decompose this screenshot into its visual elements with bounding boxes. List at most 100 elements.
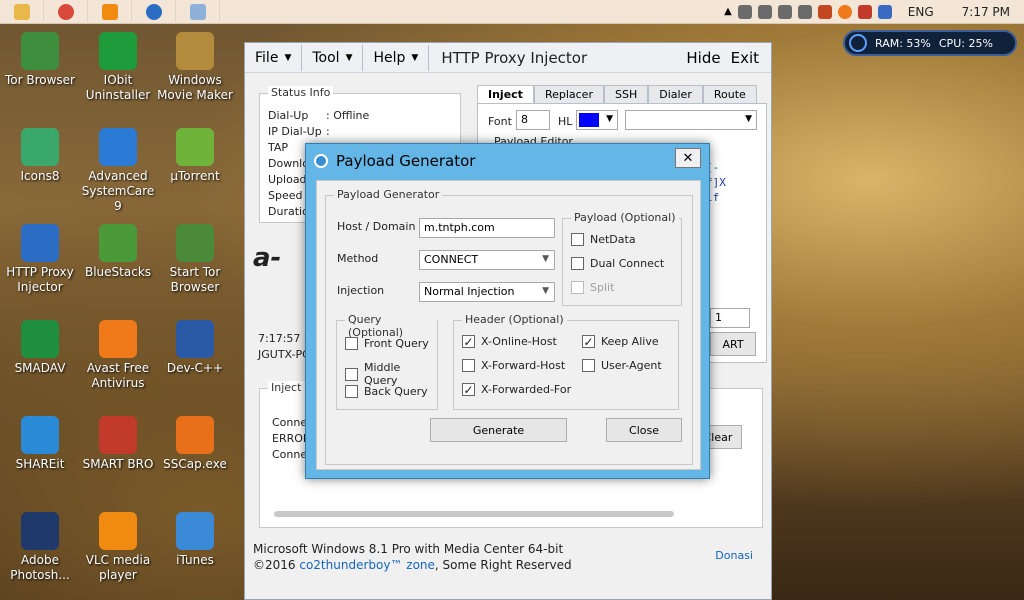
back-query-checkbox[interactable]: Back Query (345, 385, 428, 398)
payload-optional-title: Payload (Optional) (571, 211, 679, 224)
flag-icon[interactable] (817, 4, 832, 19)
front-query-checkbox[interactable]: Front Query (345, 337, 429, 350)
close-button[interactable]: Close (606, 418, 682, 442)
desktop-icon-avast[interactable]: Avast Free Antivirus (78, 320, 158, 391)
desktop-icon-utorrent[interactable]: µTorrent (155, 128, 235, 184)
header-optional-group: Header (Optional) ✓ X-Online-Host ✓ Keep Al… (453, 313, 679, 410)
start-tor-browser-icon (176, 224, 214, 262)
tab-replacer[interactable]: Replacer (533, 85, 604, 103)
battery-icon[interactable] (757, 4, 772, 19)
photoshop-icon (21, 512, 59, 550)
desktop-icon-photoshop[interactable]: Adobe Photosh... (0, 512, 80, 583)
desktop-icon-sscap[interactable]: SSCap.exe (155, 416, 235, 472)
middle-query-checkbox[interactable]: Middle Query (345, 361, 437, 387)
itunes-icon (176, 512, 214, 550)
generate-button-label: Generate (472, 423, 525, 437)
desktop-icon-smart-bro[interactable]: SMART BRO (78, 416, 158, 472)
font-size-value: 8 (521, 113, 528, 126)
utility-icon[interactable] (857, 4, 872, 19)
dialog-title-bar[interactable]: Payload Generator (306, 144, 709, 178)
desktop-icon-bluestacks[interactable]: BlueStacks (78, 224, 158, 280)
user-agent-checkbox[interactable]: User-Agent (582, 359, 662, 372)
status-row-value: : Offline (326, 109, 370, 122)
hide-button[interactable]: Hide (686, 49, 720, 67)
split-checkbox: Split (571, 281, 614, 294)
host-input[interactable]: m.tntph.com (419, 218, 555, 238)
desktop-icon-dev-cpp[interactable]: Dev-C++ (155, 320, 235, 376)
desktop-icon-tor-browser[interactable]: Tor Browser (0, 32, 80, 88)
desktop-icon-label: Avast Free Antivirus (86, 361, 150, 390)
taskbar-file-explorer[interactable] (0, 0, 44, 24)
network-icon[interactable] (737, 4, 752, 19)
checkbox-empty-icon (582, 359, 595, 372)
side-field[interactable]: 1 (710, 308, 750, 328)
font-size-stepper[interactable]: 8 (516, 110, 550, 130)
app-tray-icon[interactable] (877, 4, 892, 19)
x-online-host-checkbox[interactable]: ✓ X-Online-Host (462, 335, 557, 348)
dev-cpp-icon (176, 320, 214, 358)
taskbar-vlc[interactable] (88, 0, 132, 24)
desktop-icon-label: SHAREit (15, 457, 65, 471)
checkbox-empty-icon (345, 367, 358, 381)
menu-tool[interactable]: Tool ▼ (302, 44, 364, 71)
desktop-icon-windows-movie-maker[interactable]: Windows Movie Maker (155, 32, 235, 103)
log-host: JGUTX-PC (258, 348, 310, 361)
log-time: 7:17:57 P (258, 332, 311, 345)
desktop-icon-start-tor-browser[interactable]: Start Tor Browser (155, 224, 235, 295)
highlight-color-picker[interactable]: ▼ (576, 110, 618, 130)
footer: Microsoft Windows 8.1 Pro with Media Cen… (253, 541, 763, 573)
dialog-close-button[interactable]: ✕ (675, 148, 701, 168)
injection-select[interactable]: Normal Injection ▼ (419, 282, 555, 302)
taskbar-chrome[interactable] (44, 0, 88, 24)
method-select[interactable]: CONNECT ▼ (419, 250, 555, 270)
menu-file[interactable]: File ▼ (245, 44, 303, 71)
checkmark-icon: ✓ (582, 334, 595, 349)
horizontal-scrollbar[interactable] (274, 511, 674, 517)
generate-button[interactable]: Generate (430, 418, 567, 442)
signal-icon[interactable] (797, 4, 812, 19)
netdata-checkbox[interactable]: NetData (571, 233, 636, 246)
tab-ssh[interactable]: SSH (603, 85, 649, 103)
tab-dialer[interactable]: Dialer (648, 85, 703, 103)
chevron-up-icon[interactable]: ▲ (724, 6, 732, 17)
tab-route[interactable]: Route (702, 85, 757, 103)
desktop-icon-label: Advanced SystemCare 9 (81, 169, 155, 213)
footer-author-link[interactable]: co2thunderboy™ zone (299, 558, 435, 572)
shareit-icon (21, 416, 59, 454)
avast-tray-icon[interactable] (837, 4, 852, 19)
exit-button[interactable]: Exit (731, 49, 759, 67)
donate-link[interactable]: Donasi (715, 549, 753, 562)
smadav-icon (21, 320, 59, 358)
clock[interactable]: 7:17 PM (962, 5, 1010, 19)
user-agent-label: User-Agent (601, 359, 662, 372)
desktop-icon-smadav[interactable]: SMADAV (0, 320, 80, 376)
desktop-icon-label: Start Tor Browser (169, 265, 221, 294)
desktop-icon-http-proxy-injector[interactable]: HTTP Proxy Injector (0, 224, 80, 295)
desktop-icon-label: SSCap.exe (163, 457, 227, 471)
desktop-icon-vlc[interactable]: VLC media player (78, 512, 158, 583)
desktop-icon-shareit[interactable]: SHAREit (0, 416, 80, 472)
dual-connect-checkbox[interactable]: Dual Connect (571, 257, 664, 270)
payload-generator-group: Payload Generator Host / Domain m.tntph.… (325, 188, 693, 465)
start-button[interactable]: ART (710, 332, 756, 356)
keep-alive-checkbox[interactable]: ✓ Keep Alive (582, 335, 659, 348)
x-forward-host-checkbox[interactable]: X-Forward-Host (462, 359, 565, 372)
taskbar-proxy-injector[interactable] (132, 0, 176, 24)
font-label: Font (488, 115, 512, 128)
x-forwarded-for-checkbox[interactable]: ✓ X-Forwarded-For (462, 383, 571, 396)
volume-icon[interactable] (777, 4, 792, 19)
tab-inject[interactable]: Inject (477, 85, 534, 103)
resource-monitor-widget[interactable]: RAM: 53% CPU: 25% (843, 30, 1017, 56)
desktop-icon-itunes[interactable]: iTunes (155, 512, 235, 568)
x-forward-host-label: X-Forward-Host (481, 359, 566, 372)
menu-help[interactable]: Help ▼ (363, 44, 430, 71)
input-language[interactable]: ENG (908, 5, 934, 19)
desktop-icon-advanced-systemcare[interactable]: Advanced SystemCare 9 (78, 128, 158, 214)
checkbox-empty-icon (571, 233, 584, 246)
injection-label: Injection (337, 284, 385, 297)
desktop-icon-icons8[interactable]: Icons8 (0, 128, 80, 184)
font-family-select[interactable]: ▼ (625, 110, 757, 130)
split-label: Split (590, 281, 615, 294)
taskbar-notepad[interactable] (176, 0, 220, 24)
desktop-icon-iobit-uninstaller[interactable]: IObit Uninstaller (78, 32, 158, 103)
